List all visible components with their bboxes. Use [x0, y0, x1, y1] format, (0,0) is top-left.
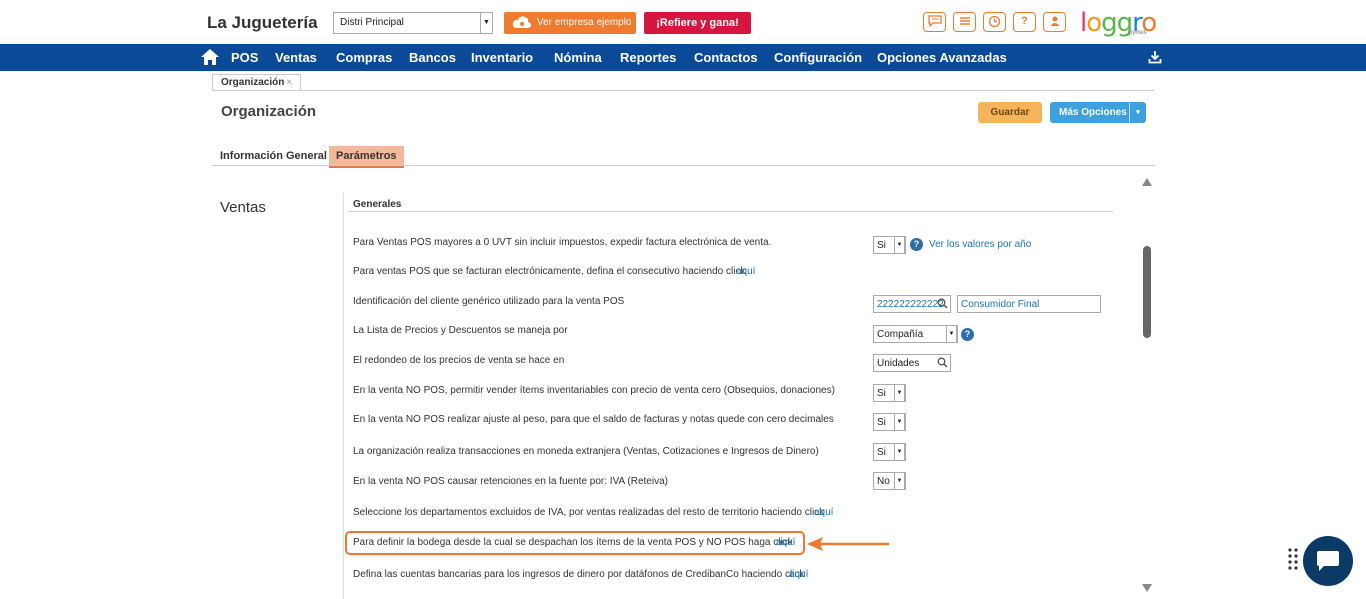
divider	[343, 193, 344, 599]
select-value: Si	[877, 447, 886, 458]
company-name: La Juguetería	[207, 13, 318, 32]
tab-label: Organización	[221, 77, 285, 88]
setting-label: Seleccione los departamentos excluidos d…	[353, 507, 825, 518]
view-yearly-values-link[interactable]: Ver los valores por año	[929, 239, 1031, 250]
nav-item-inventario[interactable]: Inventario	[471, 50, 533, 65]
setting-label: Para definir la bodega desde la cual se …	[353, 537, 793, 548]
chat-button[interactable]	[1303, 536, 1353, 586]
nav-item-reportes[interactable]: Reportes	[620, 50, 676, 65]
chevron-down-icon: ▼	[894, 443, 905, 461]
search-icon[interactable]	[937, 298, 948, 309]
nav-item-contactos[interactable]: Contactos	[694, 50, 758, 65]
scrollbar-thumb[interactable]	[1143, 246, 1151, 338]
generic-client-id-field[interactable]: 222222222222	[873, 295, 951, 313]
help-icon[interactable]: ?	[1013, 12, 1036, 32]
group-divider	[348, 211, 1113, 212]
refer-button[interactable]: ¡Refiere y gana!	[644, 12, 751, 34]
tab-organizacion[interactable]: Organización ×	[212, 74, 302, 91]
chevron-down-icon: ▼	[894, 413, 905, 431]
group-title: Generales	[353, 199, 402, 210]
nav-item-configuracion[interactable]: Configuración	[774, 50, 862, 65]
subtab-divider	[212, 165, 1155, 166]
chevron-down-icon[interactable]: ▾	[1129, 102, 1146, 123]
chat-bubble-icon[interactable]	[923, 12, 946, 32]
save-button[interactable]: Guardar	[978, 102, 1042, 123]
field-value: 222222222222	[877, 299, 944, 310]
chevron-down-icon: ▼	[894, 472, 905, 490]
select-value: Si	[877, 240, 886, 251]
search-icon[interactable]	[937, 357, 948, 368]
setting-label: El redondeo de los precios de venta se h…	[353, 355, 565, 366]
price-list-select[interactable]: Compañía ▼	[873, 325, 958, 343]
help-icon[interactable]: ?	[910, 238, 923, 251]
setting-label: Para ventas POS que se facturan electrón…	[353, 266, 746, 277]
nav-item-pos[interactable]: POS	[231, 50, 258, 65]
setting-label: Identificación del cliente genérico util…	[353, 296, 625, 307]
chevron-down-icon: ▼	[946, 325, 957, 343]
main-nav: POS Ventas Compras Bancos Inventario Nóm…	[0, 44, 1366, 71]
round-adjust-select[interactable]: Si ▼	[873, 413, 906, 431]
more-options-label: Más Opciones	[1059, 107, 1127, 118]
page-title: Organización	[221, 103, 317, 120]
cloud-icon	[512, 16, 532, 28]
rounding-field[interactable]: Unidades	[873, 354, 951, 372]
demo-company-label: Ver empresa ejemplo	[537, 17, 632, 28]
setting-label: En la venta NO POS, permitir vender ítem…	[353, 385, 835, 396]
setting-label: Para Ventas POS mayores a 0 UVT sin incl…	[353, 237, 772, 248]
logo-subtitle: pymes	[1129, 30, 1147, 36]
zero-price-select[interactable]: Si ▼	[873, 384, 906, 402]
chevron-down-icon: ▼	[894, 384, 905, 402]
setting-label: La organización realiza transacciones en…	[353, 446, 819, 457]
branch-select-value: Distri Principal	[340, 17, 404, 28]
nav-item-opciones-avanzadas[interactable]: Opciones Avanzadas	[877, 50, 1007, 65]
select-value: No	[877, 476, 890, 487]
foreign-currency-select[interactable]: Si ▼	[873, 443, 906, 461]
chevron-down-icon: ▼	[480, 13, 492, 33]
home-icon[interactable]	[200, 48, 220, 66]
field-value: Unidades	[877, 358, 920, 369]
reteiva-select[interactable]: No ▼	[873, 472, 906, 490]
bank-accounts-link[interactable]: aquí	[789, 569, 808, 580]
chat-icon	[1317, 551, 1339, 571]
scroll-down-icon[interactable]	[1142, 584, 1152, 592]
drag-handle-icon[interactable]	[1288, 548, 1298, 574]
nav-item-nomina[interactable]: Nómina	[554, 50, 602, 65]
setting-label: Defina las cuentas bancarias para los in…	[353, 569, 805, 580]
more-options-button[interactable]: Más Opciones ▾	[1050, 102, 1146, 123]
excluded-departments-link[interactable]: aquí	[814, 507, 833, 518]
arrow-icon	[807, 537, 889, 551]
top-bar: La Juguetería Distri Principal ▼ Ver emp…	[0, 0, 1366, 44]
chevron-down-icon: ▼	[894, 236, 905, 254]
section-title-ventas: Ventas	[220, 199, 266, 216]
warehouse-link[interactable]: aquí	[776, 537, 795, 548]
select-value: Si	[877, 417, 886, 428]
download-icon[interactable]	[1148, 50, 1162, 64]
nav-item-bancos[interactable]: Bancos	[409, 50, 456, 65]
close-icon[interactable]: ×	[286, 77, 292, 88]
setting-label: En la venta NO POS causar retenciones en…	[353, 476, 668, 487]
user-icon[interactable]	[1043, 12, 1066, 32]
tab-divider	[212, 90, 1154, 91]
select-value: Si	[877, 388, 886, 399]
uvt-select[interactable]: Si ▼	[873, 236, 906, 254]
help-icon[interactable]: ?	[961, 328, 974, 341]
tab-informacion-general[interactable]: Información General	[213, 146, 334, 166]
consecutive-link[interactable]: aquí	[736, 266, 755, 277]
select-value: Compañía	[877, 329, 924, 340]
nav-item-compras[interactable]: Compras	[336, 50, 392, 65]
clock-icon[interactable]	[983, 12, 1006, 32]
nav-item-ventas[interactable]: Ventas	[275, 50, 317, 65]
branch-select[interactable]: Distri Principal ▼	[333, 12, 493, 34]
setting-label: La Lista de Precios y Descuentos se mane…	[353, 325, 568, 336]
generic-client-name-field[interactable]: Consumidor Final	[957, 295, 1101, 313]
tasks-list-icon[interactable]	[953, 12, 976, 32]
demo-company-button[interactable]: Ver empresa ejemplo	[504, 12, 636, 34]
setting-label: En la venta NO POS realizar ajuste al pe…	[353, 414, 834, 425]
scroll-up-icon[interactable]	[1142, 178, 1152, 186]
